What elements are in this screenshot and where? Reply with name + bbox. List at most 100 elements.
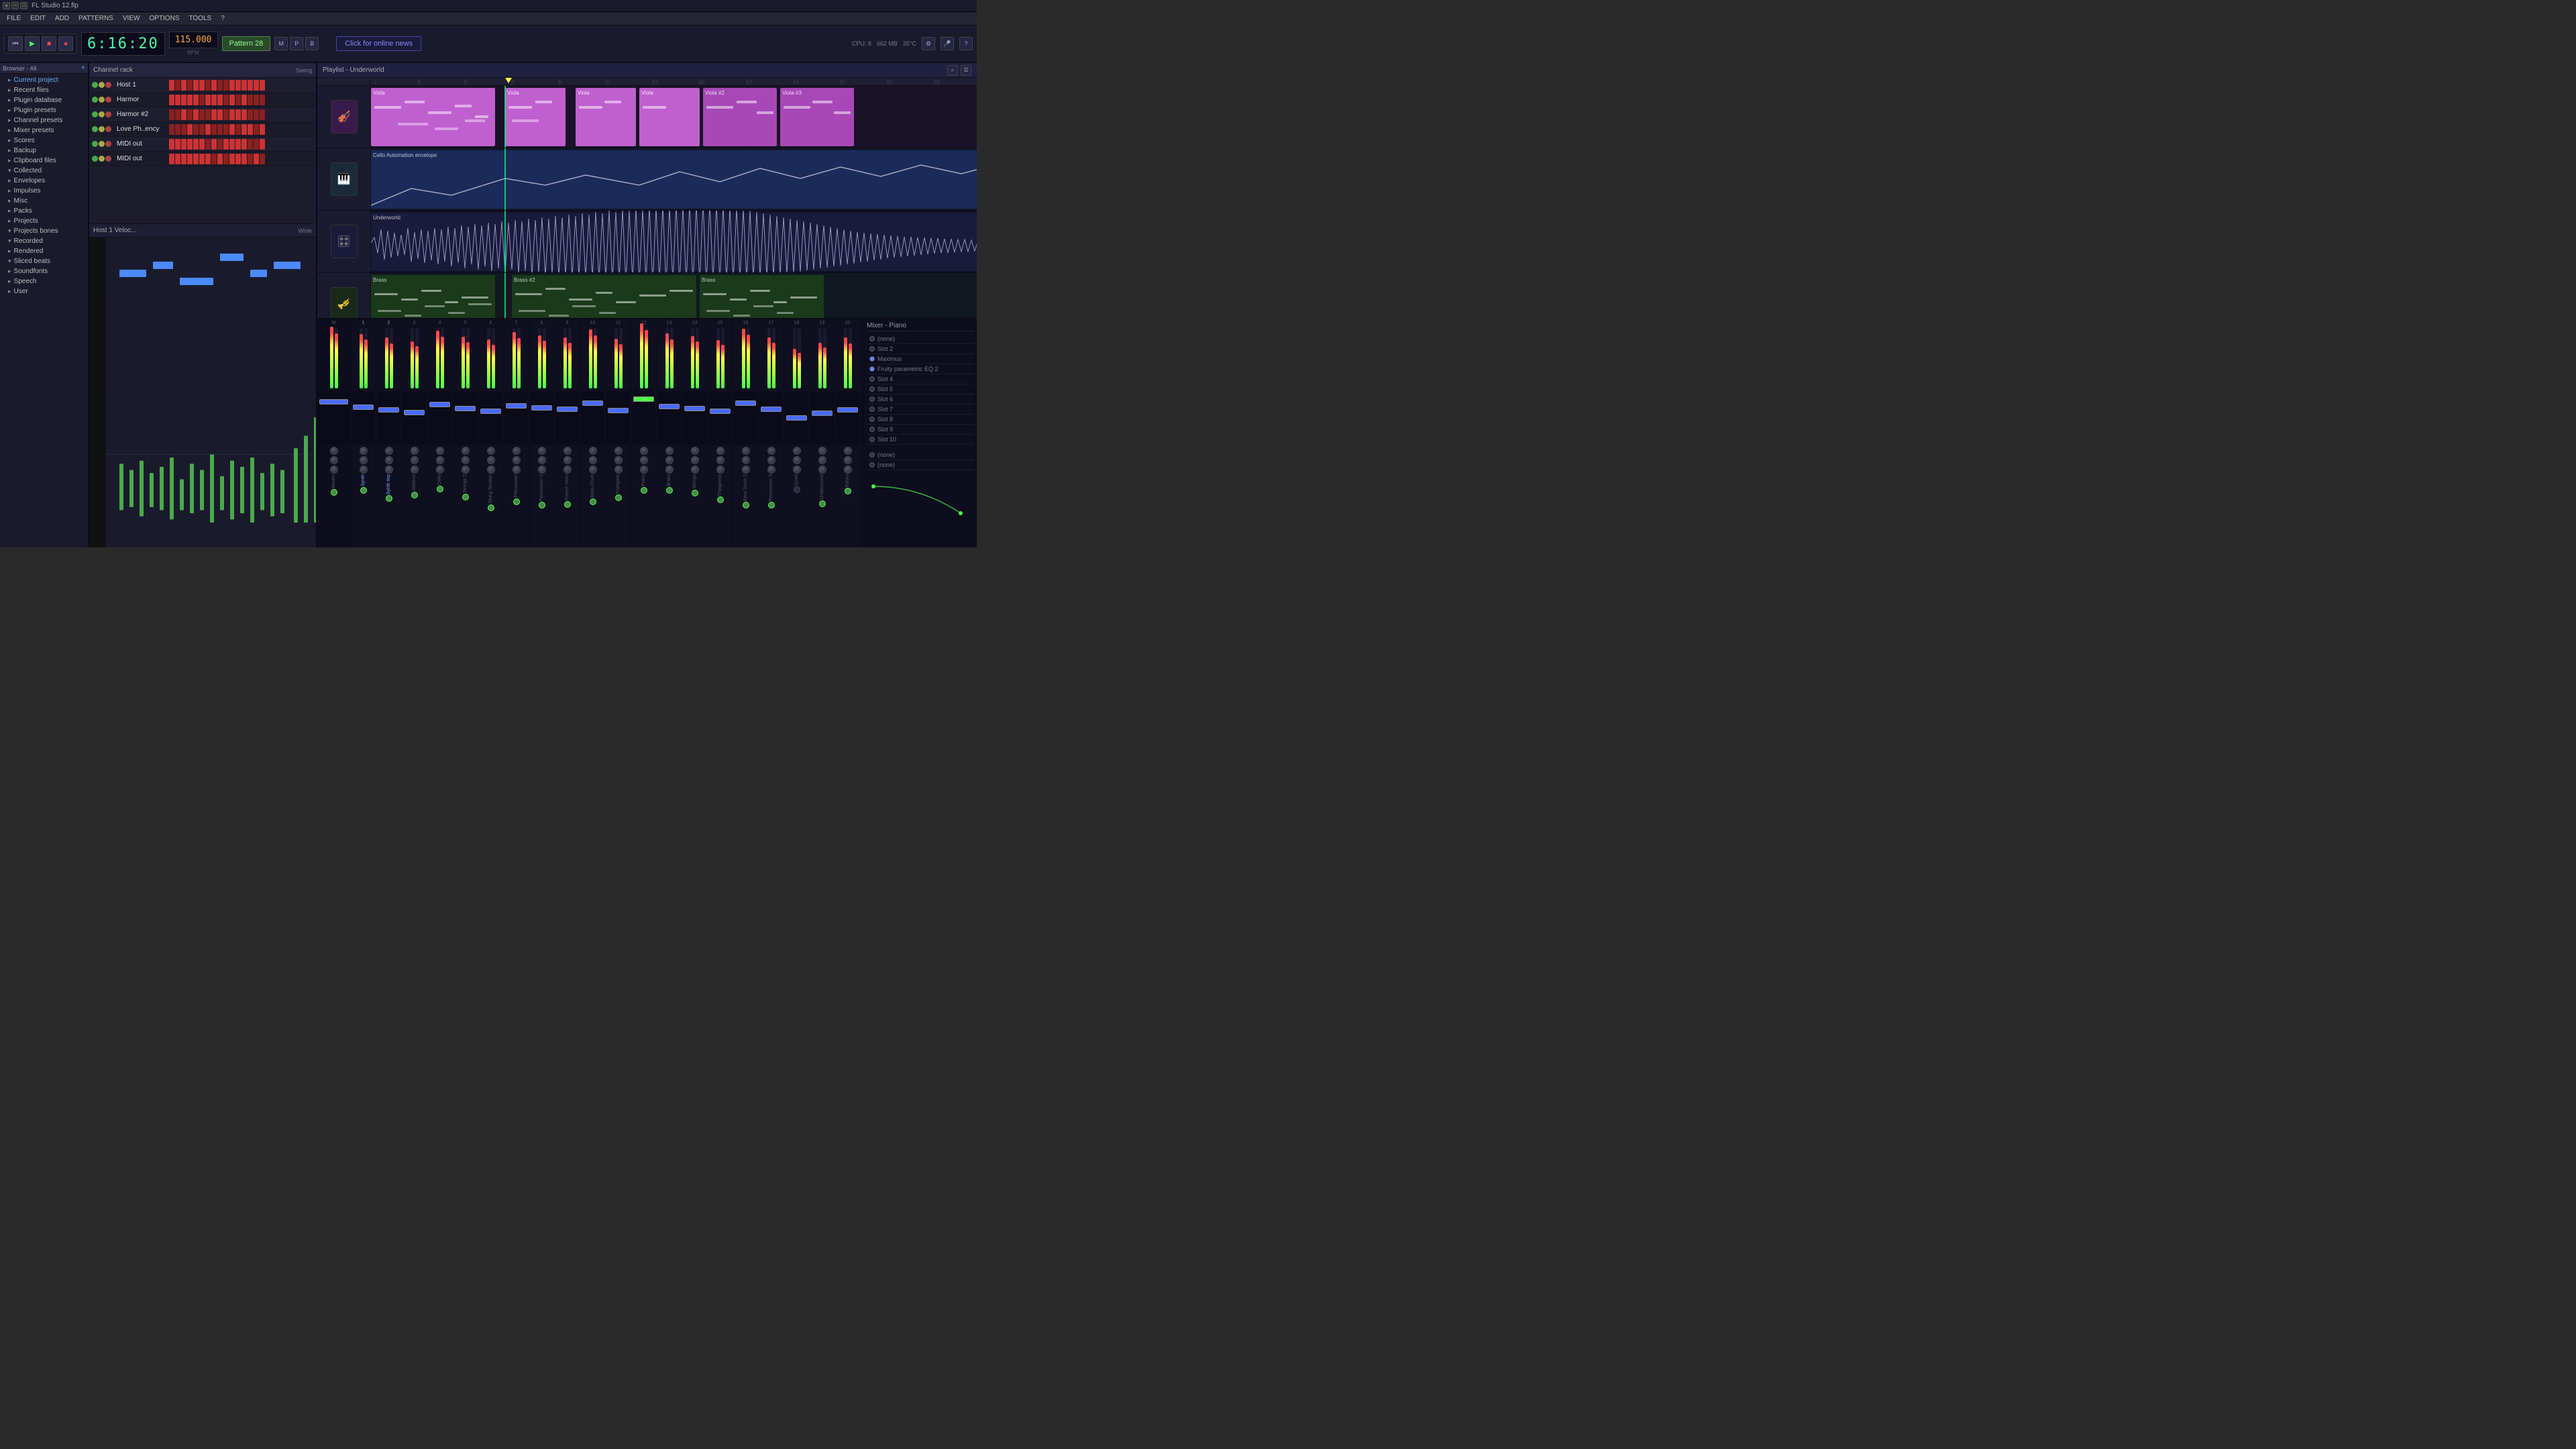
fader-knob-2[interactable] bbox=[378, 407, 399, 413]
mixer-channel-5[interactable]: 5 Strings 2 bbox=[453, 319, 478, 547]
fader-track-1[interactable] bbox=[352, 391, 375, 445]
ch-red-3[interactable] bbox=[105, 126, 111, 132]
pattern-block-0-11[interactable] bbox=[235, 80, 241, 91]
pan-knob-15[interactable] bbox=[716, 466, 724, 474]
browser-item-speech[interactable]: ▸Speech bbox=[0, 276, 88, 286]
pattern-block-1-2[interactable] bbox=[181, 95, 186, 105]
browser-icon[interactable]: B bbox=[305, 37, 319, 50]
menu-add[interactable]: ADD bbox=[51, 14, 73, 23]
pattern-block-4-7[interactable] bbox=[211, 139, 217, 150]
pattern-block-2-11[interactable] bbox=[235, 109, 241, 120]
channel-row-2[interactable]: Harmor #2 bbox=[89, 107, 316, 122]
mixer-ch-num-15[interactable]: 15 bbox=[718, 321, 723, 325]
pattern-block-3-11[interactable] bbox=[235, 124, 241, 135]
send-knob-6[interactable] bbox=[487, 447, 495, 455]
fader-track-3[interactable] bbox=[402, 391, 426, 445]
pattern-block-0-13[interactable] bbox=[248, 80, 253, 91]
pattern-block-5-12[interactable] bbox=[241, 154, 247, 164]
fader-track-15[interactable] bbox=[708, 391, 732, 445]
track-row-viola[interactable]: Viola Viola bbox=[371, 86, 977, 148]
ch-active-led-7[interactable] bbox=[513, 498, 520, 505]
ch-active-led-3[interactable] bbox=[411, 492, 418, 498]
pattern-block-4-6[interactable] bbox=[205, 139, 211, 150]
pattern-block-3-12[interactable] bbox=[241, 124, 247, 135]
pattern-block-0-12[interactable] bbox=[241, 80, 247, 91]
mixer-ch-num-1[interactable]: 1 bbox=[362, 321, 365, 325]
browser-item-plugin-database[interactable]: ▸Plugin database bbox=[0, 95, 88, 105]
pattern-block-5-14[interactable] bbox=[254, 154, 259, 164]
ch-label-8[interactable]: Percussion 2 bbox=[539, 474, 544, 501]
pattern-block-0-4[interactable] bbox=[193, 80, 199, 91]
close-button[interactable]: ✕ bbox=[3, 2, 10, 9]
send-knob2-3[interactable] bbox=[411, 456, 419, 464]
playlist-content[interactable]: 1 3 5 7 9 11 bbox=[371, 78, 977, 318]
mixer-channel-9[interactable]: 9 French Horn bbox=[555, 319, 580, 547]
ch-label-6[interactable]: String Section bbox=[488, 474, 493, 504]
mixer-ch-num-5[interactable]: 5 bbox=[464, 321, 467, 325]
pattern-block-2-10[interactable] bbox=[229, 109, 235, 120]
pattern-block-3-13[interactable] bbox=[248, 124, 253, 135]
fader-track-6[interactable] bbox=[479, 391, 502, 445]
track-row-underworld[interactable]: Underworld bbox=[371, 211, 977, 273]
mixer-ch-num-20[interactable]: 20 bbox=[845, 321, 851, 325]
bpm-display[interactable]: 115.000 bbox=[169, 32, 218, 48]
pan-knob-19[interactable] bbox=[818, 466, 826, 474]
fader-track-5[interactable] bbox=[453, 391, 477, 445]
pan-knob-16[interactable] bbox=[742, 466, 750, 474]
pattern-block-3-1[interactable] bbox=[175, 124, 180, 135]
pattern-button[interactable]: Pattern 28 bbox=[222, 36, 271, 51]
channel-row-0[interactable]: Host 1 bbox=[89, 78, 316, 93]
pattern-block-2-13[interactable] bbox=[248, 109, 253, 120]
ch-green-5[interactable] bbox=[92, 156, 98, 162]
pan-knob-18[interactable] bbox=[793, 466, 801, 474]
ch-active-led-10[interactable] bbox=[590, 498, 596, 505]
ch-green-2[interactable] bbox=[92, 111, 98, 117]
mic-icon[interactable]: 🎤 bbox=[941, 37, 954, 50]
pan-knob-5[interactable] bbox=[462, 466, 470, 474]
mixer-ch-num-2[interactable]: 2 bbox=[388, 321, 390, 325]
mixer-channel-16[interactable]: 16 Bass Drum 2 bbox=[733, 319, 759, 547]
fader-track-2[interactable] bbox=[377, 391, 400, 445]
pattern-block-0-2[interactable] bbox=[181, 80, 186, 91]
send-knob2-16[interactable] bbox=[742, 456, 750, 464]
ch-active-led-11[interactable] bbox=[615, 494, 622, 501]
mixer-channel-7[interactable]: 7 Percussion bbox=[504, 319, 529, 547]
effects-slot-2[interactable]: Maximus bbox=[867, 354, 974, 364]
pattern-block-4-2[interactable] bbox=[181, 139, 186, 150]
stop-button[interactable]: ■ bbox=[42, 36, 56, 51]
piano-icon[interactable]: P bbox=[290, 37, 303, 50]
pattern-block-2-5[interactable] bbox=[199, 109, 205, 120]
ch-active-led-14[interactable] bbox=[692, 490, 698, 496]
pattern-block-5-13[interactable] bbox=[248, 154, 253, 164]
ch-active-led-17[interactable] bbox=[768, 502, 775, 508]
browser-item-rendered[interactable]: ▸Rendered bbox=[0, 246, 88, 256]
menu-options[interactable]: OPTIONS bbox=[145, 14, 183, 23]
send-knob2-5[interactable] bbox=[462, 456, 470, 464]
mixer-channel-1[interactable]: 1 Synth bbox=[351, 319, 376, 547]
browser-item-sliced-beats[interactable]: ▾Sliced beats bbox=[0, 256, 88, 266]
fader-track-13[interactable] bbox=[657, 391, 681, 445]
ch-label-2[interactable]: Synth Arp bbox=[386, 474, 391, 494]
playlist-area[interactable]: Playlist - Underworld ⌕ ☰ 🎻 bbox=[317, 63, 977, 319]
fader-knob-4[interactable] bbox=[429, 402, 450, 407]
pattern-block-0-0[interactable] bbox=[169, 80, 174, 91]
mixer-channel-18[interactable]: 18 Quiet bbox=[784, 319, 810, 547]
ch-active-led-4[interactable] bbox=[437, 486, 443, 492]
ch-active-led-1[interactable] bbox=[360, 487, 367, 494]
ch-yellow-5[interactable] bbox=[99, 156, 105, 162]
pattern-block-1-12[interactable] bbox=[241, 95, 247, 105]
ch-label-5[interactable]: Strings 2 bbox=[463, 474, 468, 493]
send-knob-1[interactable] bbox=[360, 447, 368, 455]
ch-active-led-19[interactable] bbox=[819, 500, 826, 507]
fader-knob-6[interactable] bbox=[480, 409, 501, 414]
pattern-block-2-9[interactable] bbox=[223, 109, 229, 120]
mixer-channel-10[interactable]: 10 Bass Drum bbox=[580, 319, 606, 547]
mixer-ch-num-19[interactable]: 19 bbox=[820, 321, 825, 325]
mixer-channel-13[interactable]: 13 Brass bbox=[657, 319, 682, 547]
browser-item-clipboard-files[interactable]: ▸Clipboard files bbox=[0, 156, 88, 166]
pan-knob-17[interactable] bbox=[767, 466, 775, 474]
ch-label-16[interactable]: Bass Drum 2 bbox=[743, 474, 748, 501]
effects-slot-3[interactable]: Fruity parametric EQ 2 bbox=[867, 364, 974, 374]
pattern-block-4-11[interactable] bbox=[235, 139, 241, 150]
send-knob2-20[interactable] bbox=[844, 456, 852, 464]
